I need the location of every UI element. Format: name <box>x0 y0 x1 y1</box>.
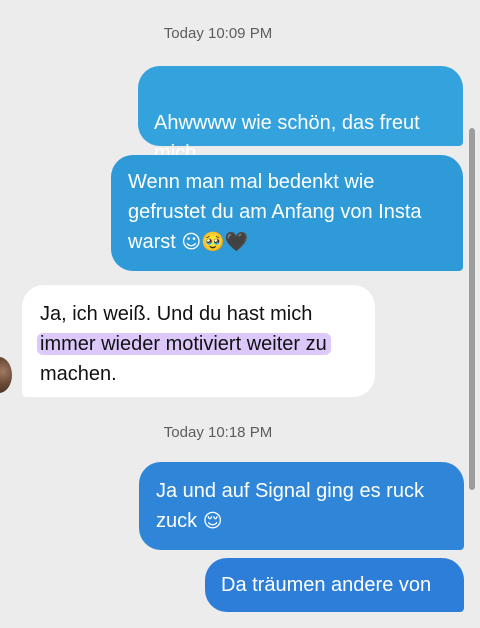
outgoing-message-2[interactable]: Wenn man mal bedenkt wie gefrustet du am… <box>111 155 463 271</box>
contact-avatar[interactable] <box>0 357 12 393</box>
outgoing-message-3[interactable]: Ja und auf Signal ging es ruck zuck 😌 <box>139 462 464 550</box>
highlighted-text: immer wieder motiviert weiter zu <box>40 333 327 355</box>
relieved-smile-emoji-icon: ☺ <box>181 231 202 253</box>
outgoing-message-1[interactable]: Ahwwww wie schön, das freut mich. <box>138 66 463 164</box>
holding-back-tears-emoji-icon: 🥹 <box>201 231 225 253</box>
relieved-face-emoji-icon: 😌 <box>202 510 223 532</box>
message-text-line-1: Ja, ich weiß. Und du hast mich <box>40 303 313 325</box>
scrollbar[interactable] <box>469 128 475 490</box>
message-text: Da träumen andere von <box>221 574 432 596</box>
message-text-line-3: machen. <box>40 363 117 385</box>
incoming-message-1[interactable]: Ja, ich weiß. Und du hast mich immer wie… <box>22 285 375 397</box>
message-text: Wenn man mal bedenkt wie gefrustet du am… <box>128 171 422 253</box>
message-text: Ja und auf Signal ging es ruck zuck <box>156 480 424 532</box>
outgoing-message-4[interactable]: Da träumen andere von <box>205 558 464 612</box>
timestamp-first: Today 10:09 PM <box>163 25 273 42</box>
timestamp-second: Today 10:18 PM <box>163 424 273 441</box>
black-heart-emoji-icon: 🖤 <box>224 231 249 253</box>
